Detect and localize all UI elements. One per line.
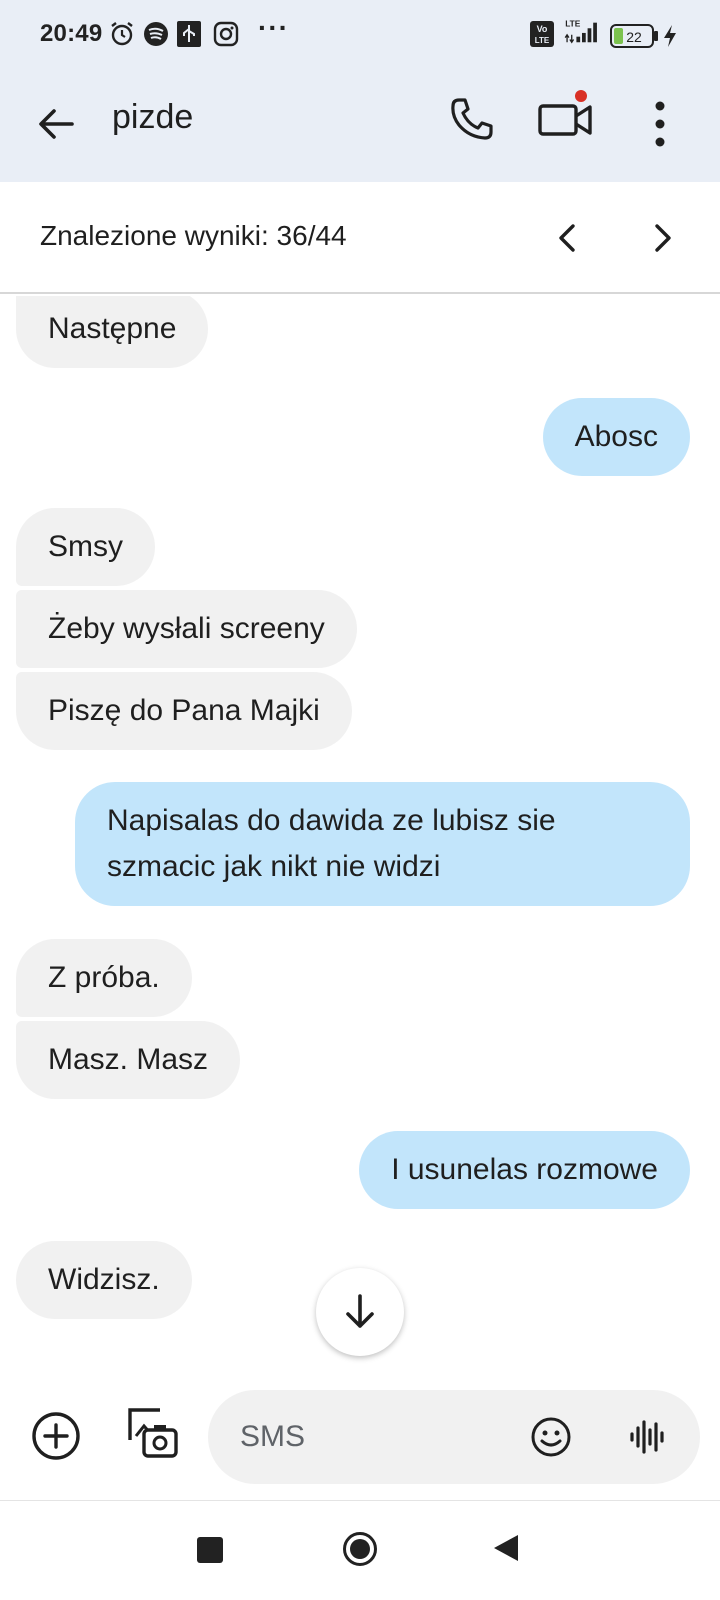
incoming-message[interactable]: Smsy: [16, 508, 155, 586]
back-arrow-icon[interactable]: [30, 98, 82, 150]
next-result-chevron-icon[interactable]: [642, 216, 682, 260]
status-time: 20:49: [40, 20, 103, 47]
incoming-message[interactable]: Widzisz.: [16, 1241, 192, 1319]
back-triangle-icon[interactable]: [492, 1533, 520, 1563]
home-circle-icon[interactable]: [342, 1531, 378, 1567]
incoming-message[interactable]: Żeby wysłali screeny: [16, 590, 357, 668]
charging-icon: [664, 25, 676, 47]
conversation-title: pizde: [112, 98, 194, 136]
gallery-camera-icon[interactable]: [124, 1404, 182, 1462]
instagram-icon: [213, 21, 239, 47]
more-vert-icon[interactable]: [642, 94, 678, 154]
battery-icon: 22: [610, 24, 658, 48]
spotify-icon: [144, 22, 168, 46]
add-attachment-icon[interactable]: [30, 1410, 82, 1462]
incoming-message[interactable]: Masz. Masz: [16, 1021, 241, 1099]
search-results-count: Znalezione wyniki: 36/44: [40, 220, 347, 251]
svg-text:LTE: LTE: [535, 36, 550, 45]
sms-placeholder: SMS: [240, 1420, 306, 1453]
emoji-icon[interactable]: [530, 1416, 572, 1458]
message-list[interactable]: Następne Abosc Smsy Żeby wysłali screeny…: [0, 296, 720, 1374]
previous-result-chevron-icon[interactable]: [548, 216, 588, 260]
usb-icon: [177, 21, 201, 47]
outgoing-message[interactable]: Napisalas do dawida ze lubisz sie szmaci…: [75, 782, 690, 906]
recents-square-icon[interactable]: [197, 1537, 223, 1563]
incoming-message[interactable]: Następne: [16, 296, 209, 368]
phone-icon[interactable]: [445, 94, 497, 146]
volte-icon: Vo LTE: [530, 21, 554, 47]
system-navigation-bar: [0, 1500, 720, 1600]
outgoing-message[interactable]: Abosc: [542, 398, 690, 476]
scroll-to-bottom-button[interactable]: [316, 1268, 404, 1356]
status-bar: 20:49 ··· Vo LTE LTE 22: [0, 0, 720, 70]
incoming-message[interactable]: Z próba.: [16, 939, 192, 1017]
svg-text:Vo: Vo: [537, 24, 548, 34]
sms-input[interactable]: SMS: [208, 1390, 700, 1484]
signal-icon: LTE: [564, 18, 597, 44]
composer-bar: SMS: [0, 1374, 720, 1500]
app-bar: pizde: [0, 70, 720, 182]
arrow-down-icon: [346, 1294, 374, 1328]
search-results-bar: Znalezione wyniki: 36/44: [0, 182, 720, 294]
video-camera-icon[interactable]: [538, 90, 600, 146]
outgoing-message[interactable]: I usunelas rozmowe: [359, 1131, 690, 1209]
more-dots-icon: ···: [258, 12, 289, 43]
svg-text:LTE: LTE: [565, 18, 581, 28]
svg-text:22: 22: [626, 29, 642, 45]
voice-message-icon[interactable]: [628, 1416, 668, 1458]
incoming-message[interactable]: Piszę do Pana Majki: [16, 672, 352, 750]
alarm-icon: [111, 22, 133, 46]
